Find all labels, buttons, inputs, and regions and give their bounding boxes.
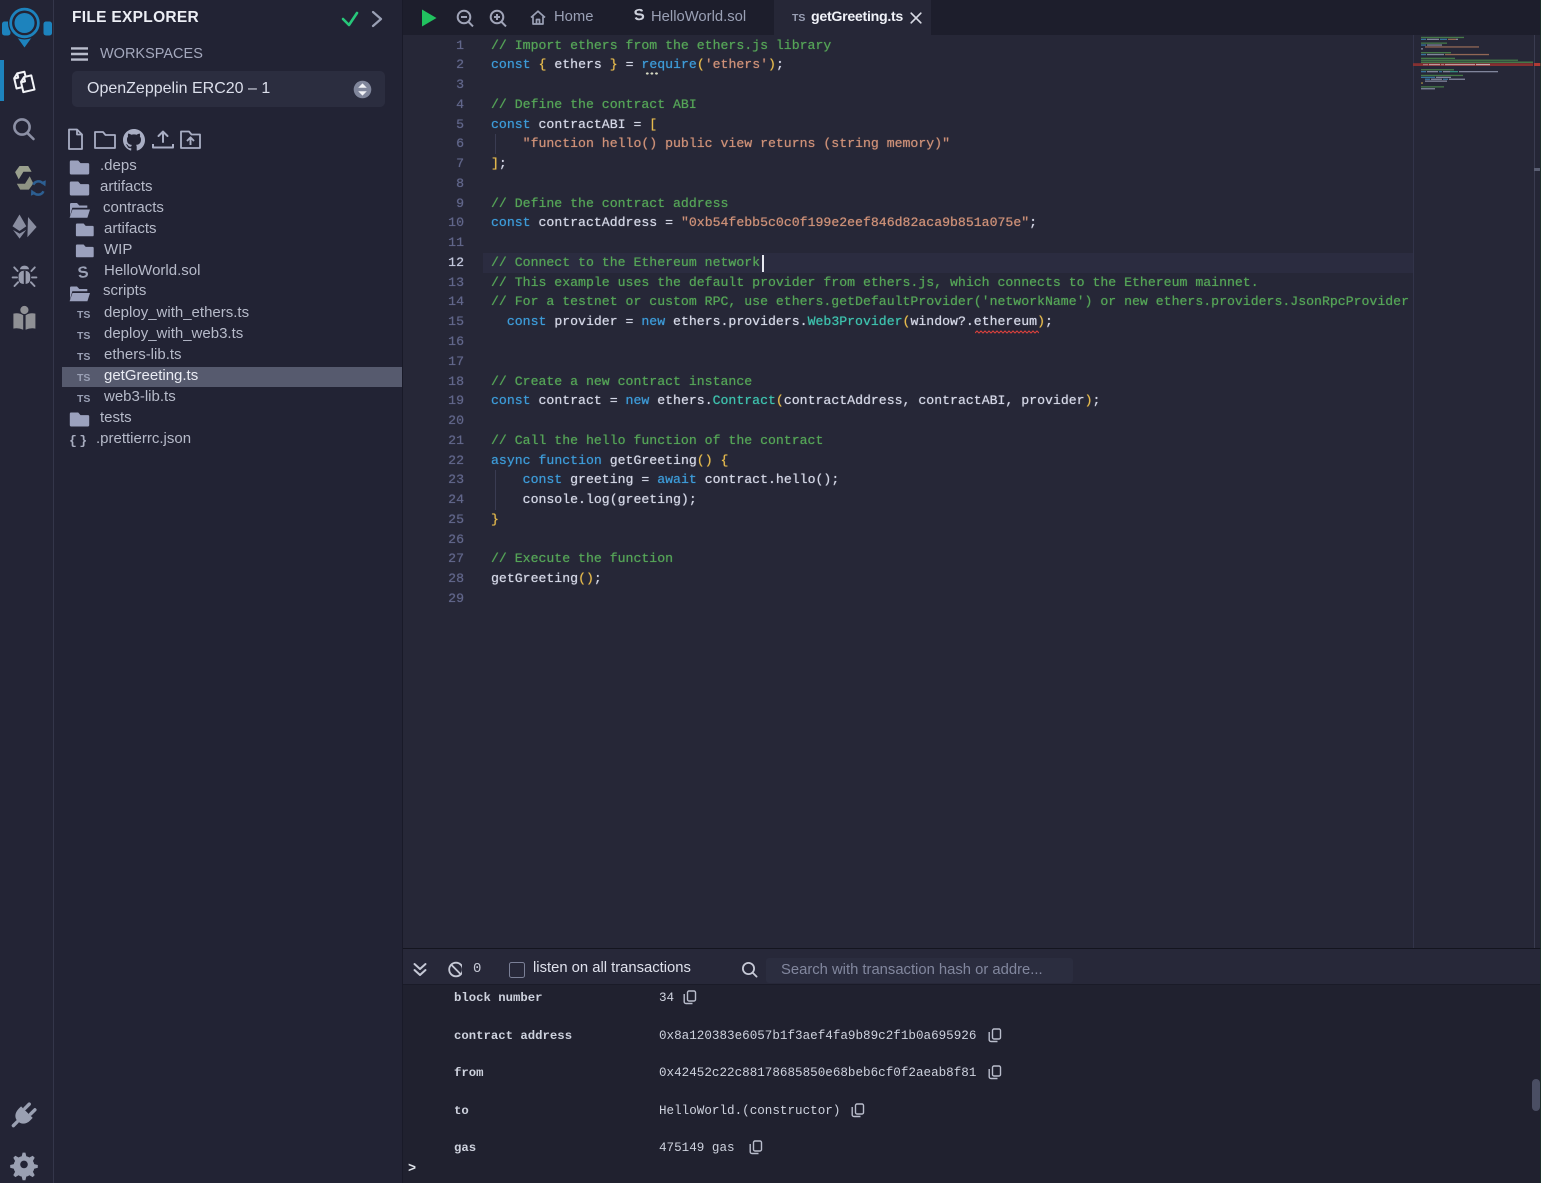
svg-text:TS: TS — [77, 372, 90, 384]
svg-text:TS: TS — [77, 309, 90, 321]
svg-text:S: S — [77, 264, 90, 282]
svg-text:TS: TS — [77, 330, 90, 342]
svg-text:TS: TS — [77, 393, 90, 405]
svg-text:TS: TS — [77, 351, 90, 363]
svg-text:{ }: { } — [69, 434, 87, 449]
